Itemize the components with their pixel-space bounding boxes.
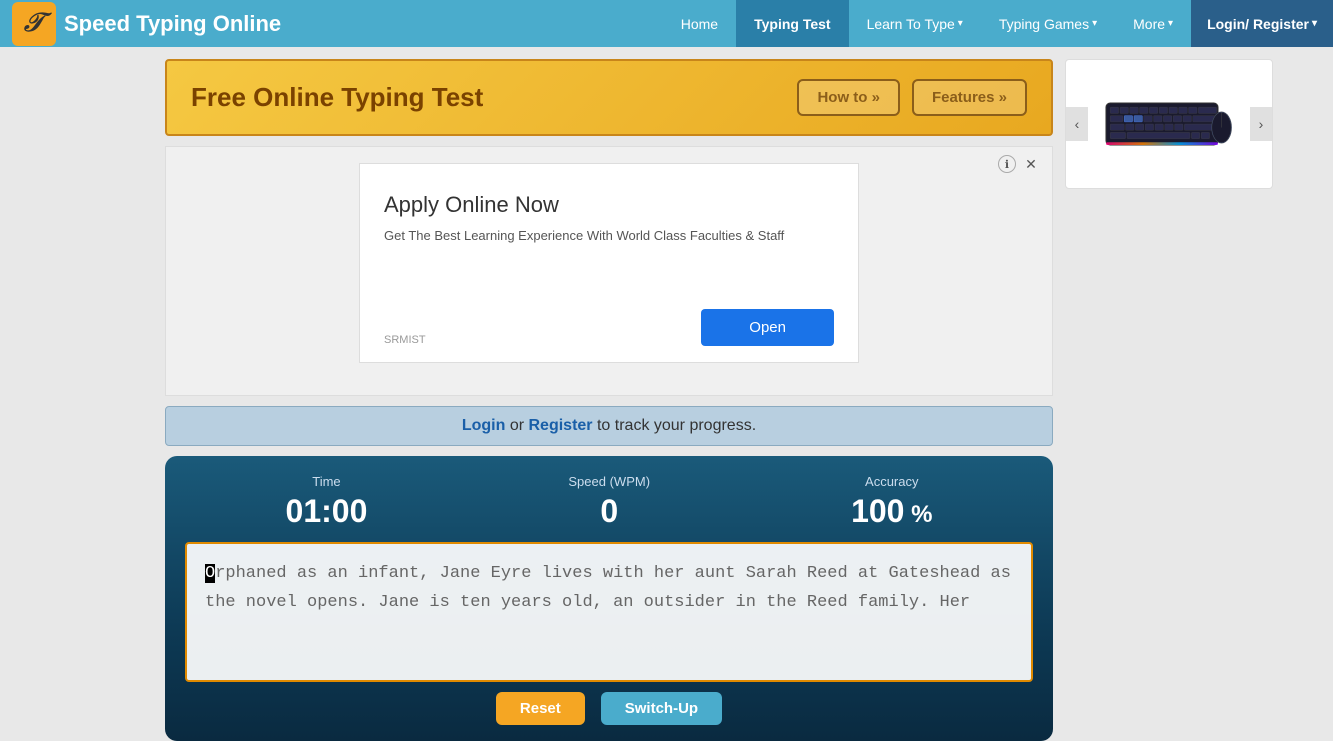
login-register-bar: Login or Register to track your progress…	[165, 406, 1053, 446]
logo-text: Speed Typing Online	[64, 11, 281, 37]
banner-title: Free Online Typing Test	[191, 82, 483, 113]
or-text: or	[505, 417, 528, 434]
register-link[interactable]: Register	[529, 417, 593, 434]
ad-card-title: Apply Online Now	[384, 192, 834, 218]
nav-login-register[interactable]: Login/ Register ▾	[1191, 0, 1333, 47]
nav-learn-to-type[interactable]: Learn To Type ▾	[849, 0, 981, 47]
switch-up-button[interactable]: Switch-Up	[601, 692, 722, 725]
banner-buttons: How to » Features »	[797, 79, 1027, 116]
main-content: Free Online Typing Test How to » Feature…	[0, 47, 1333, 741]
chevron-down-icon: ▾	[958, 18, 963, 29]
keyboard-image	[1099, 84, 1239, 164]
carousel-prev-button[interactable]: ‹	[1066, 107, 1088, 141]
main-nav: Home Typing Test Learn To Type ▾ Typing …	[663, 0, 1333, 47]
center-area: Free Online Typing Test How to » Feature…	[0, 47, 1065, 741]
logo-link[interactable]: 𝒯 Speed Typing Online	[0, 2, 293, 46]
typing-buttons: Reset Switch-Up	[185, 692, 1033, 731]
accuracy-label: Accuracy	[851, 474, 932, 489]
chevron-down-icon: ▾	[1168, 18, 1173, 29]
typing-text: rphaned as an infant, Jane Eyre lives wi…	[205, 564, 1011, 612]
speed-value: 0	[568, 493, 650, 530]
features-button[interactable]: Features »	[912, 79, 1027, 116]
nav-more[interactable]: More ▾	[1115, 0, 1191, 47]
how-to-button[interactable]: How to »	[797, 79, 900, 116]
reset-button[interactable]: Reset	[496, 692, 585, 725]
typing-test-banner: Free Online Typing Test How to » Feature…	[165, 59, 1053, 136]
track-text: to track your progress.	[593, 417, 757, 434]
ad-container: ℹ ✕ Apply Online Now Get The Best Learni…	[165, 146, 1053, 396]
typing-text-box[interactable]: Orphaned as an infant, Jane Eyre lives w…	[185, 542, 1033, 682]
accuracy-stat: Accuracy 100 %	[851, 474, 932, 530]
ad-card-text: Get The Best Learning Experience With Wo…	[384, 228, 834, 243]
time-stat: Time 01:00	[286, 474, 368, 530]
ad-controls: ℹ ✕	[998, 155, 1040, 173]
ad-card: Apply Online Now Get The Best Learning E…	[359, 163, 859, 363]
ad-source-label: SRMIST	[384, 334, 426, 346]
login-link[interactable]: Login	[462, 417, 506, 434]
ad-close-icon[interactable]: ✕	[1022, 155, 1040, 173]
speed-stat: Speed (WPM) 0	[568, 474, 650, 530]
speed-label: Speed (WPM)	[568, 474, 650, 489]
time-label: Time	[286, 474, 368, 489]
logo-icon: 𝒯	[12, 2, 56, 46]
typing-section: Time 01:00 Speed (WPM) 0 Accuracy 100 % …	[165, 456, 1053, 741]
time-value: 01:00	[286, 493, 368, 530]
nav-typing-games[interactable]: Typing Games ▾	[981, 0, 1115, 47]
typing-stats: Time 01:00 Speed (WPM) 0 Accuracy 100 %	[185, 474, 1033, 530]
ad-open-button[interactable]: Open	[701, 309, 834, 346]
nav-typing-test[interactable]: Typing Test	[736, 0, 848, 47]
carousel-next-button[interactable]: ›	[1250, 107, 1272, 141]
header: 𝒯 Speed Typing Online Home Typing Test L…	[0, 0, 1333, 47]
chevron-down-icon: ▾	[1312, 18, 1317, 29]
ad-info-icon[interactable]: ℹ	[998, 155, 1016, 173]
typing-cursor-char: O	[205, 564, 215, 583]
keyboard-ad-widget: ‹	[1065, 59, 1273, 189]
nav-home[interactable]: Home	[663, 0, 736, 47]
right-sidebar: ‹	[1065, 47, 1285, 741]
chevron-down-icon: ▾	[1092, 18, 1097, 29]
accuracy-value: 100 %	[851, 493, 932, 530]
